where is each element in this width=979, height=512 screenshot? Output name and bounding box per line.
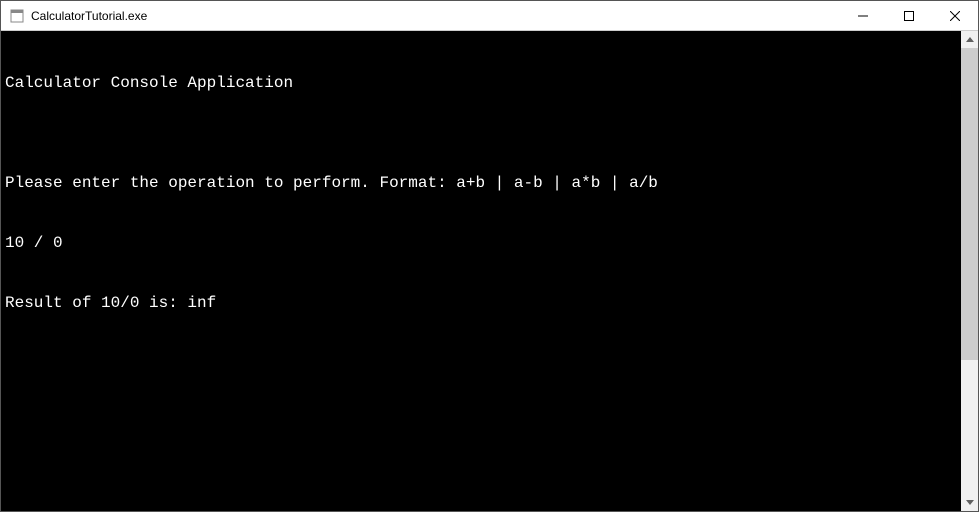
maximize-button[interactable] bbox=[886, 1, 932, 30]
scroll-track[interactable] bbox=[961, 48, 978, 494]
console-area: Calculator Console Application Please en… bbox=[1, 31, 978, 511]
console-line: Result of 10/0 is: inf bbox=[5, 293, 957, 313]
close-button[interactable] bbox=[932, 1, 978, 30]
scroll-up-arrow-icon[interactable] bbox=[961, 31, 978, 48]
minimize-button[interactable] bbox=[840, 1, 886, 30]
titlebar: CalculatorTutorial.exe bbox=[1, 1, 978, 31]
window-controls bbox=[840, 1, 978, 30]
console-output[interactable]: Calculator Console Application Please en… bbox=[1, 31, 961, 511]
app-icon bbox=[9, 8, 25, 24]
window-title: CalculatorTutorial.exe bbox=[31, 9, 147, 23]
console-line: Calculator Console Application bbox=[5, 73, 957, 93]
vertical-scrollbar[interactable] bbox=[961, 31, 978, 511]
console-line: 10 / 0 bbox=[5, 233, 957, 253]
scroll-thumb[interactable] bbox=[961, 48, 978, 360]
scroll-down-arrow-icon[interactable] bbox=[961, 494, 978, 511]
console-line: Please enter the operation to perform. F… bbox=[5, 173, 957, 193]
